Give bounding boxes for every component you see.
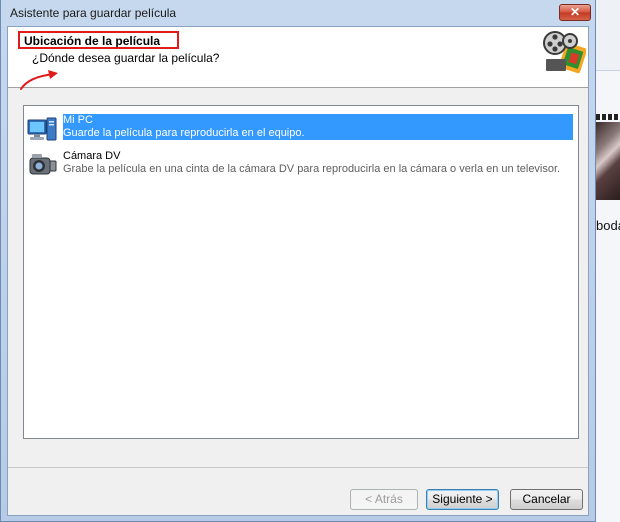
location-list[interactable]: Mi PC Guarde la película para reproducir… <box>23 105 579 439</box>
close-icon: ✕ <box>569 5 581 19</box>
background-toolbar <box>596 0 620 71</box>
annotation-highlight-box <box>18 31 179 49</box>
wizard-body: Ubicación de la película ¿Dónde desea gu… <box>7 26 589 516</box>
list-item-name: Cámara DV <box>63 150 121 162</box>
camcorder-icon <box>29 154 57 175</box>
close-button[interactable]: ✕ <box>559 4 591 21</box>
list-item-description: Grabe la película en una cinta de la cám… <box>63 163 561 175</box>
wizard-window: Asistente para guardar película ✕ Ubicac… <box>0 0 596 522</box>
page-subtitle: ¿Dónde desea guardar la película? <box>32 51 220 65</box>
next-button[interactable]: Siguiente > <box>426 489 499 510</box>
background-application: boda <box>596 0 620 522</box>
movie-reel-icon <box>543 31 586 74</box>
cancel-button[interactable]: Cancelar <box>510 489 583 510</box>
list-item-description: Guarde la película para reproducirla en … <box>63 127 305 139</box>
computer-icon <box>27 117 57 141</box>
footer-separator <box>8 467 588 468</box>
back-button[interactable]: < Atrás <box>350 489 418 510</box>
wizard-header: Ubicación de la película ¿Dónde desea gu… <box>8 27 588 90</box>
annotation-arrow-icon <box>20 70 58 90</box>
title-bar[interactable]: Asistente para guardar película ✕ <box>1 0 595 26</box>
window-title: Asistente para guardar película <box>10 6 177 20</box>
list-item-mi-pc[interactable]: Mi PC Guarde la película para reproducir… <box>26 114 576 142</box>
list-item-name: Mi PC <box>63 114 93 126</box>
list-item-camara-dv[interactable]: Cámara DV Grabe la película en una cinta… <box>26 150 576 178</box>
background-label: boda <box>596 218 620 233</box>
background-video-thumbnail <box>596 114 620 200</box>
